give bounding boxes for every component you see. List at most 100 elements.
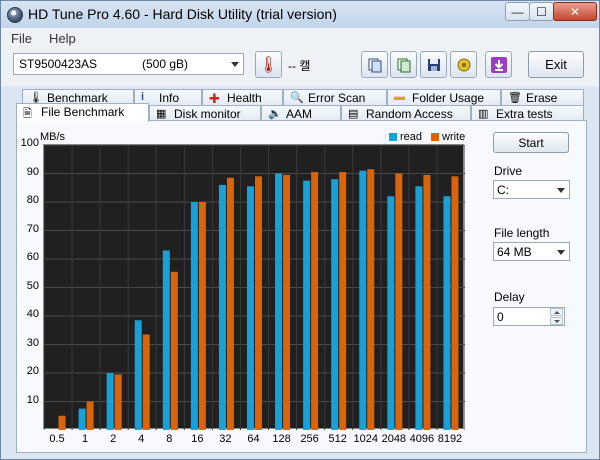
window-title: HD Tune Pro 4.60 - Hard Disk Utility (tr… — [28, 6, 337, 22]
x-tick-label: 8192 — [437, 433, 463, 445]
x-tick-label: 1024 — [353, 433, 378, 445]
y-tick-label: 60 — [26, 251, 39, 263]
app-window: HD Tune Pro 4.60 - Hard Disk Utility (tr… — [0, 0, 600, 460]
legend-write: write — [431, 131, 465, 143]
bar-write-2048 — [395, 173, 403, 430]
y-tick-label: 10 — [26, 393, 39, 406]
app-disk-icon — [7, 7, 23, 23]
copy-info-button[interactable] — [361, 51, 388, 78]
x-tick-label: 8 — [166, 433, 173, 445]
file-benchmark-icon: 🗎 — [23, 108, 32, 120]
bar-write-256 — [311, 172, 319, 430]
bar-read-64 — [247, 186, 254, 430]
menu-help[interactable]: Help — [49, 31, 76, 46]
bar-write-32 — [226, 177, 234, 430]
spin-up-icon[interactable] — [550, 308, 563, 316]
download-button[interactable] — [485, 51, 512, 78]
bar-read-8192 — [443, 196, 451, 430]
start-button[interactable]: Start — [493, 132, 569, 153]
bar-read-256 — [303, 180, 311, 430]
delay-label: Delay — [494, 290, 525, 304]
bar-read-128 — [275, 173, 283, 430]
bar-read-1024 — [359, 170, 367, 430]
bar-write-1024 — [367, 169, 375, 430]
x-tick-label: 512 — [328, 433, 347, 445]
tab-health[interactable]: ✚ Health — [202, 89, 283, 106]
bar-write-4096 — [423, 174, 431, 430]
y-axis-label: MB/s — [40, 131, 66, 143]
maximize-button[interactable]: ☐ — [529, 2, 554, 21]
random-access-icon: ▤ — [348, 108, 359, 120]
file-length-label: File length — [494, 226, 550, 240]
save-button[interactable] — [420, 51, 447, 78]
legend-read: read — [389, 131, 422, 143]
bar-read-4096 — [415, 186, 423, 430]
bar-write-1 — [86, 401, 94, 430]
copy-info-icon — [368, 58, 381, 72]
bar-read-2 — [106, 373, 114, 430]
drive-combo-value: C: — [497, 183, 509, 197]
bar-read-512 — [331, 179, 339, 430]
file-length-value: 64 MB — [497, 245, 532, 259]
info-icon: i — [141, 91, 145, 103]
file-length-combo[interactable]: 64 MB — [493, 242, 570, 261]
bar-read-8 — [162, 250, 170, 430]
chevron-down-icon — [557, 250, 565, 255]
bar-read-16 — [190, 202, 198, 430]
options-button[interactable] — [450, 51, 477, 78]
spin-down-icon[interactable] — [550, 317, 563, 325]
bar-write-2 — [114, 374, 122, 430]
x-tick-label: 1 — [82, 433, 89, 445]
tab-error-scan[interactable]: 🔍 Error Scan — [283, 89, 387, 106]
y-tick-label: 50 — [26, 279, 39, 292]
temperature-button[interactable]: 🌡 — [255, 51, 282, 78]
y-tick-label: 70 — [26, 222, 39, 235]
drive-select[interactable]: ST9500423AS (500 gB) — [13, 53, 244, 75]
chevron-down-icon — [557, 188, 565, 193]
bar-read-32 — [218, 184, 226, 430]
bar-write-16 — [198, 202, 206, 430]
y-tick-label: 80 — [26, 194, 39, 206]
bar-read-4 — [134, 320, 142, 430]
benchmark-chart-svg — [44, 145, 465, 430]
options-icon — [457, 58, 470, 71]
bar-write-128 — [283, 174, 291, 430]
minimize-button[interactable]: — — [505, 2, 530, 21]
tab-erase[interactable]: 🗑 Erase — [501, 89, 584, 106]
tab-file-benchmark[interactable]: 🗎 File Benchmark — [16, 103, 149, 122]
drive-combo[interactable]: C: — [493, 180, 570, 199]
y-tick-label: 30 — [26, 336, 39, 349]
bar-write-8 — [170, 271, 178, 430]
bar-write-4 — [142, 334, 150, 430]
delay-value: 0 — [497, 310, 504, 324]
x-tick-label: 2 — [110, 433, 117, 445]
trash-icon: 🗑 — [508, 92, 522, 104]
menu-file[interactable]: File — [11, 31, 32, 46]
close-button[interactable]: ✕ — [553, 2, 597, 21]
drive-size: (500 gB) — [142, 57, 189, 71]
x-tick-label: 4096 — [409, 433, 435, 445]
copy-screen-button[interactable] — [390, 51, 417, 78]
x-tick-label: 16 — [191, 433, 204, 445]
x-tick-label: 128 — [272, 433, 291, 445]
bar-read-1 — [78, 408, 86, 430]
temperature-readout: -- 캘 — [288, 59, 311, 73]
tab-folder-usage[interactable]: ▬ Folder Usage — [387, 89, 501, 106]
temperature-icon: 🌡 — [258, 56, 279, 74]
speaker-icon: 🔈 — [268, 108, 282, 120]
title-bar: HD Tune Pro 4.60 - Hard Disk Utility (tr… — [1, 1, 599, 28]
bar-write-512 — [339, 172, 347, 430]
x-tick-label: 4 — [138, 433, 145, 445]
bar-read-2048 — [387, 196, 395, 430]
y-tick-label: 20 — [26, 365, 39, 377]
exit-button[interactable]: Exit — [528, 51, 584, 78]
legend-write-swatch — [431, 133, 439, 141]
delay-spinbox[interactable]: 0 — [493, 307, 565, 326]
x-tick-label: 256 — [300, 433, 319, 445]
bar-write-0.5 — [58, 415, 66, 430]
save-icon — [427, 58, 440, 71]
y-tick-label: 100 — [20, 137, 39, 149]
x-tick-label: 2048 — [381, 433, 407, 445]
chevron-down-icon — [231, 62, 239, 67]
extra-tests-icon: ▥ — [478, 108, 489, 120]
